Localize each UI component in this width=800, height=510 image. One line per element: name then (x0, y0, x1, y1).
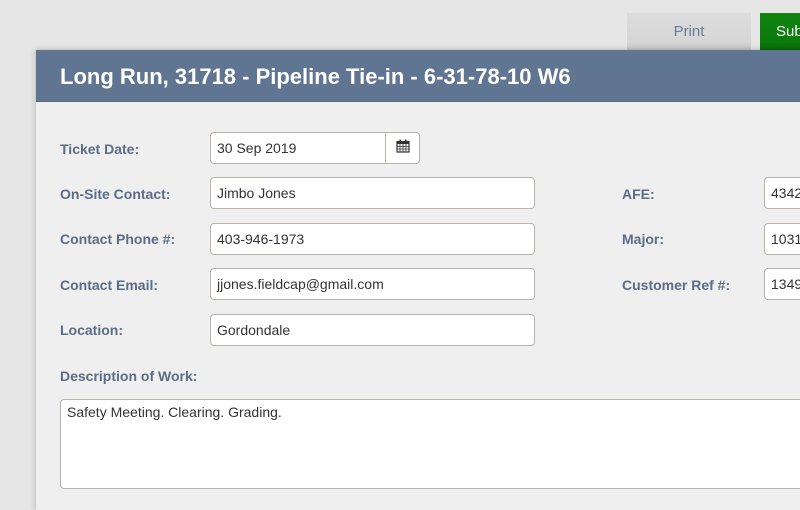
major-input[interactable]: 1031 (764, 223, 800, 255)
onsite-contact-label: On-Site Contact: (60, 186, 171, 202)
print-button[interactable]: Print (627, 13, 751, 50)
ticket-date-label: Ticket Date: (60, 141, 140, 157)
major-label: Major: (622, 231, 664, 247)
onsite-contact-input[interactable]: Jimbo Jones (210, 177, 535, 209)
submit-button[interactable]: Submit (760, 13, 800, 50)
modal-title: Long Run, 31718 - Pipeline Tie-in - 6-31… (60, 64, 571, 89)
location-label: Location: (60, 322, 123, 338)
ticket-date-input[interactable]: 30 Sep 2019 (210, 132, 386, 164)
afe-input[interactable]: 4342 (764, 177, 800, 209)
afe-label: AFE: (622, 186, 655, 202)
date-picker-button[interactable] (385, 132, 420, 164)
modal-header: Long Run, 31718 - Pipeline Tie-in - 6-31… (36, 50, 800, 102)
contact-email-input[interactable]: jjones.fieldcap@gmail.com (210, 268, 535, 300)
description-textarea[interactable]: Safety Meeting. Clearing. Grading. (60, 399, 800, 489)
contact-phone-label: Contact Phone #: (60, 231, 176, 247)
customer-ref-input[interactable]: 1349 (764, 268, 800, 300)
location-input[interactable]: Gordondale (210, 314, 535, 346)
contact-email-label: Contact Email: (60, 277, 159, 293)
calendar-icon (395, 139, 410, 158)
top-toolbar: Print Submit (0, 0, 800, 50)
ticket-modal: Long Run, 31718 - Pipeline Tie-in - 6-31… (36, 50, 800, 510)
description-label: Description of Work: (60, 368, 198, 384)
contact-phone-input[interactable]: 403-946-1973 (210, 223, 535, 255)
customer-ref-label: Customer Ref #: (622, 277, 731, 293)
